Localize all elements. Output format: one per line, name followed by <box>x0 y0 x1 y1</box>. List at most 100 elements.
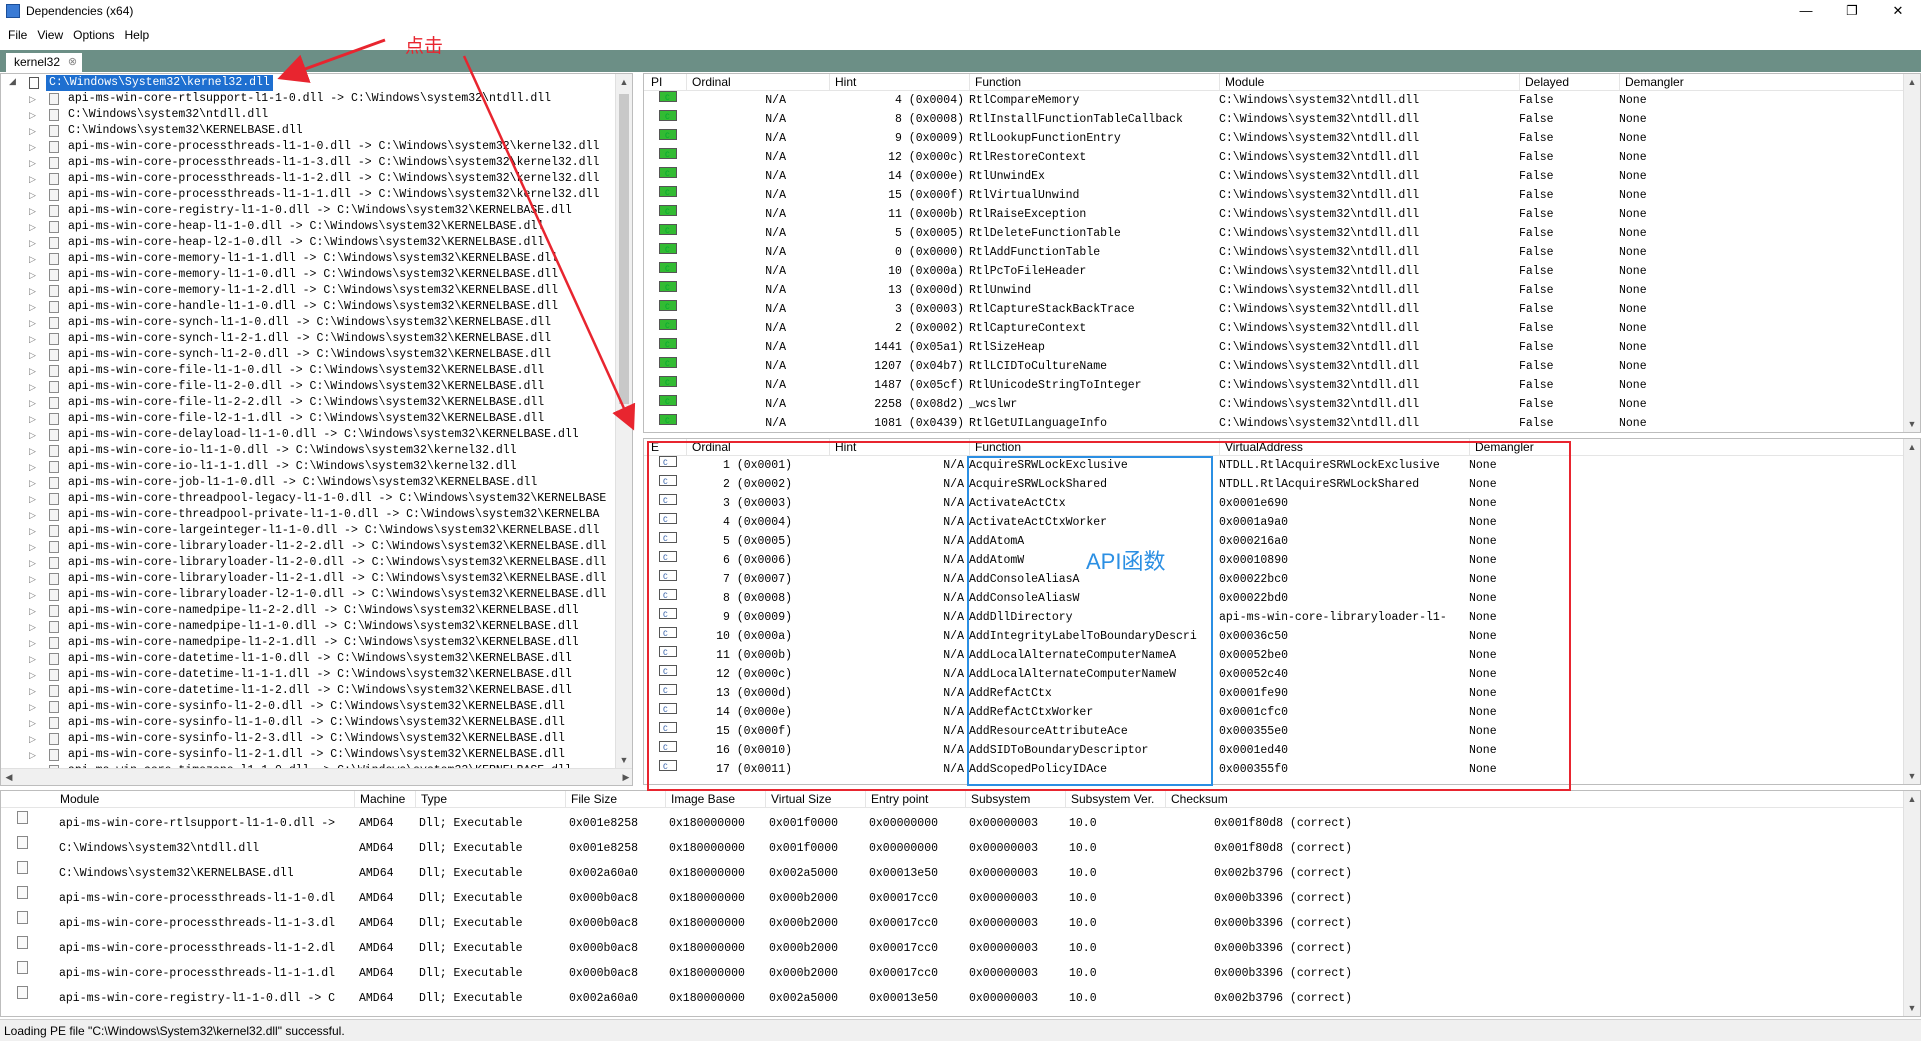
import-row[interactable]: N/A 14 (0x000e) RtlUnwindEx C:\Windows\syst… <box>644 167 1920 186</box>
import-row[interactable]: N/A 1487 (0x05cf) RtlUnicodeStringToIntege… <box>644 376 1920 395</box>
module-row[interactable]: api-ms-win-core-processthreads-l1-1-3.dl… <box>1 911 1920 936</box>
expand-icon[interactable]: ▷ <box>29 524 39 538</box>
menu-file[interactable]: File <box>8 28 27 42</box>
export-row[interactable]: 4 (0x0004) N/A ActivateActCtxWorker 0x0001a… <box>644 513 1920 532</box>
minimize-button[interactable]: — <box>1783 0 1829 22</box>
import-row[interactable]: N/A 10 (0x000a) RtlPcToFileHeader C:\Window… <box>644 262 1920 281</box>
menu-view[interactable]: View <box>37 28 63 42</box>
col-virtual-size[interactable]: Virtual Size <box>765 791 831 808</box>
expand-icon[interactable]: ▷ <box>29 172 39 186</box>
col-demangler[interactable]: Demangler <box>1469 439 1534 456</box>
scroll-up-icon[interactable]: ▲ <box>1904 439 1920 455</box>
module-row[interactable]: api-ms-win-core-processthreads-l1-1-1.dl… <box>1 961 1920 986</box>
expand-icon[interactable]: ▷ <box>29 444 39 458</box>
export-row[interactable]: 6 (0x0006)N/AAddAtomW0x00010890None <box>644 551 1920 570</box>
module-row[interactable]: api-ms-win-core-registry-l1-1-0.dll -> C… <box>1 986 1920 1011</box>
scroll-right-icon[interactable]: ▶ <box>618 769 632 785</box>
expand-icon[interactable]: ▷ <box>29 604 39 618</box>
import-row[interactable]: N/A 12 (0x000c) RtlRestoreContext C:\Window… <box>644 148 1920 167</box>
expand-icon[interactable]: ▷ <box>29 236 39 250</box>
expand-icon[interactable]: ▷ <box>29 476 39 490</box>
import-row[interactable]: N/A 1441 (0x05a1) RtlSizeHeap C:\Windows\sy… <box>644 338 1920 357</box>
expand-icon[interactable]: ▷ <box>29 620 39 634</box>
import-row[interactable]: N/A 3 (0x0003) RtlCaptureStackBackTrace C:\… <box>644 300 1920 319</box>
col-hint[interactable]: Hint <box>829 439 856 456</box>
col-machine[interactable]: Machine <box>354 791 405 808</box>
col-ordinal[interactable]: Ordinal <box>686 74 731 91</box>
scroll-left-icon[interactable]: ◀ <box>1 769 17 785</box>
tab-kernel32[interactable]: kernel32 ⊗ <box>6 53 83 72</box>
scroll-down-icon[interactable]: ▼ <box>1904 768 1920 784</box>
import-row[interactable]: N/A 1081 (0x0439) RtlGetUILanguageInfo C:\W… <box>644 414 1920 432</box>
expand-icon[interactable]: ▷ <box>29 332 39 346</box>
import-row[interactable]: N/A 15 (0x000f) RtlVirtualUnwind C:\Windows… <box>644 186 1920 205</box>
import-row[interactable]: N/A 13 (0x000d) RtlUnwind C:\Windows\system… <box>644 281 1920 300</box>
expand-icon[interactable]: ▷ <box>29 380 39 394</box>
expand-icon[interactable]: ▷ <box>29 508 39 522</box>
col-file-size[interactable]: File Size <box>565 791 617 808</box>
expand-icon[interactable]: ▷ <box>29 540 39 554</box>
module-row[interactable]: api-ms-win-core-processthreads-l1-1-0.dl… <box>1 886 1920 911</box>
tree-vertical-scrollbar[interactable]: ▲ ▼ <box>615 74 632 768</box>
import-row[interactable]: N/A 9 (0x0009) RtlLookupFunctionEntry C:\Wi… <box>644 129 1920 148</box>
export-row[interactable]: 16 (0x0010) N/A AddSIDToBoundaryDescriptor… <box>644 741 1920 760</box>
scroll-up-icon[interactable]: ▲ <box>1904 791 1920 807</box>
expand-icon[interactable]: ▷ <box>29 364 39 378</box>
scroll-down-icon[interactable]: ▼ <box>616 752 632 768</box>
col-image-base[interactable]: Image Base <box>665 791 735 808</box>
col-checksum[interactable]: Checksum <box>1165 791 1228 808</box>
col-module[interactable]: Module <box>1219 74 1264 91</box>
exports-vertical-scrollbar[interactable]: ▲ ▼ <box>1903 439 1920 784</box>
col-delayed[interactable]: Delayed <box>1519 74 1569 91</box>
collapse-icon[interactable]: ◢ <box>9 76 16 87</box>
expand-icon[interactable]: ▷ <box>29 652 39 666</box>
expand-icon[interactable]: ▷ <box>29 556 39 570</box>
export-row[interactable]: 3 (0x0003) N/A ActivateActCtx 0x0001e690 Non… <box>644 494 1920 513</box>
tab-close-icon[interactable]: ⊗ <box>68 53 77 72</box>
col-ordinal[interactable]: Ordinal <box>686 439 731 456</box>
menu-options[interactable]: Options <box>73 28 114 42</box>
import-row[interactable]: N/A 2258 (0x08d2) _wcslwr C:\Windows\system… <box>644 395 1920 414</box>
export-row[interactable]: 17 (0x0011) N/A AddScopedPolicyIDAce 0x0003… <box>644 760 1920 779</box>
scroll-down-icon[interactable]: ▼ <box>1904 416 1920 432</box>
scroll-down-icon[interactable]: ▼ <box>1904 1000 1920 1016</box>
expand-icon[interactable]: ▷ <box>29 140 39 154</box>
tree-horizontal-scrollbar[interactable]: ◀ ▶ <box>1 768 632 785</box>
expand-icon[interactable]: ▷ <box>29 316 39 330</box>
export-row[interactable]: 11 (0x000b) N/A AddLocalAlternateComputerN… <box>644 646 1920 665</box>
expand-icon[interactable]: ▷ <box>29 684 39 698</box>
expand-icon[interactable]: ▷ <box>29 156 39 170</box>
module-row[interactable]: C:\Windows\system32\KERNELBASE.dll AMD64 D… <box>1 861 1920 886</box>
module-row[interactable]: api-ms-win-core-rtlsupport-l1-1-0.dll ->… <box>1 811 1920 836</box>
export-row[interactable]: 2 (0x0002) N/A AcquireSRWLockShared NTDLL.R… <box>644 475 1920 494</box>
scroll-thumb[interactable] <box>619 94 629 404</box>
expand-icon[interactable]: ▷ <box>29 108 39 122</box>
expand-icon[interactable]: ▷ <box>29 348 39 362</box>
expand-icon[interactable]: ▷ <box>29 284 39 298</box>
expand-icon[interactable]: ▷ <box>29 700 39 714</box>
export-row[interactable]: 10 (0x000a) N/A AddIntegrityLabelToBoundar… <box>644 627 1920 646</box>
expand-icon[interactable]: ▷ <box>29 412 39 426</box>
col-demangler[interactable]: Demangler <box>1619 74 1684 91</box>
expand-icon[interactable]: ▷ <box>29 492 39 506</box>
scroll-up-icon[interactable]: ▲ <box>1904 74 1920 90</box>
expand-icon[interactable]: ▷ <box>29 204 39 218</box>
scroll-up-icon[interactable]: ▲ <box>616 74 632 90</box>
import-row[interactable]: N/A 5 (0x0005) RtlDeleteFunctionTable C:\Wi… <box>644 224 1920 243</box>
expand-icon[interactable]: ▷ <box>29 92 39 106</box>
import-row[interactable]: N/A 0 (0x0000) RtlAddFunctionTable C:\Windo… <box>644 243 1920 262</box>
module-row[interactable]: C:\Windows\system32\ntdll.dll AMD64 Dll; E… <box>1 836 1920 861</box>
expand-icon[interactable]: ▷ <box>29 748 39 762</box>
expand-icon[interactable]: ▷ <box>29 220 39 234</box>
expand-icon[interactable]: ▷ <box>29 668 39 682</box>
import-row[interactable]: N/A 2 (0x0002) RtlCaptureContext C:\Windows… <box>644 319 1920 338</box>
expand-icon[interactable]: ▷ <box>29 572 39 586</box>
import-row[interactable]: N/A 4 (0x0004) RtlCompareMemory C:\Windows\… <box>644 91 1920 110</box>
col-entry-point[interactable]: Entry point <box>865 791 928 808</box>
export-row[interactable]: 1 (0x0001) N/A AcquireSRWLockExclusive NTDL… <box>644 456 1920 475</box>
expand-icon[interactable]: ▷ <box>29 252 39 266</box>
col-function[interactable]: Function <box>969 439 1021 456</box>
col-subsystem[interactable]: Subsystem <box>965 791 1030 808</box>
expand-icon[interactable]: ▷ <box>29 396 39 410</box>
import-row[interactable]: N/A 8 (0x0008) RtlInstallFunctionTableCall… <box>644 110 1920 129</box>
